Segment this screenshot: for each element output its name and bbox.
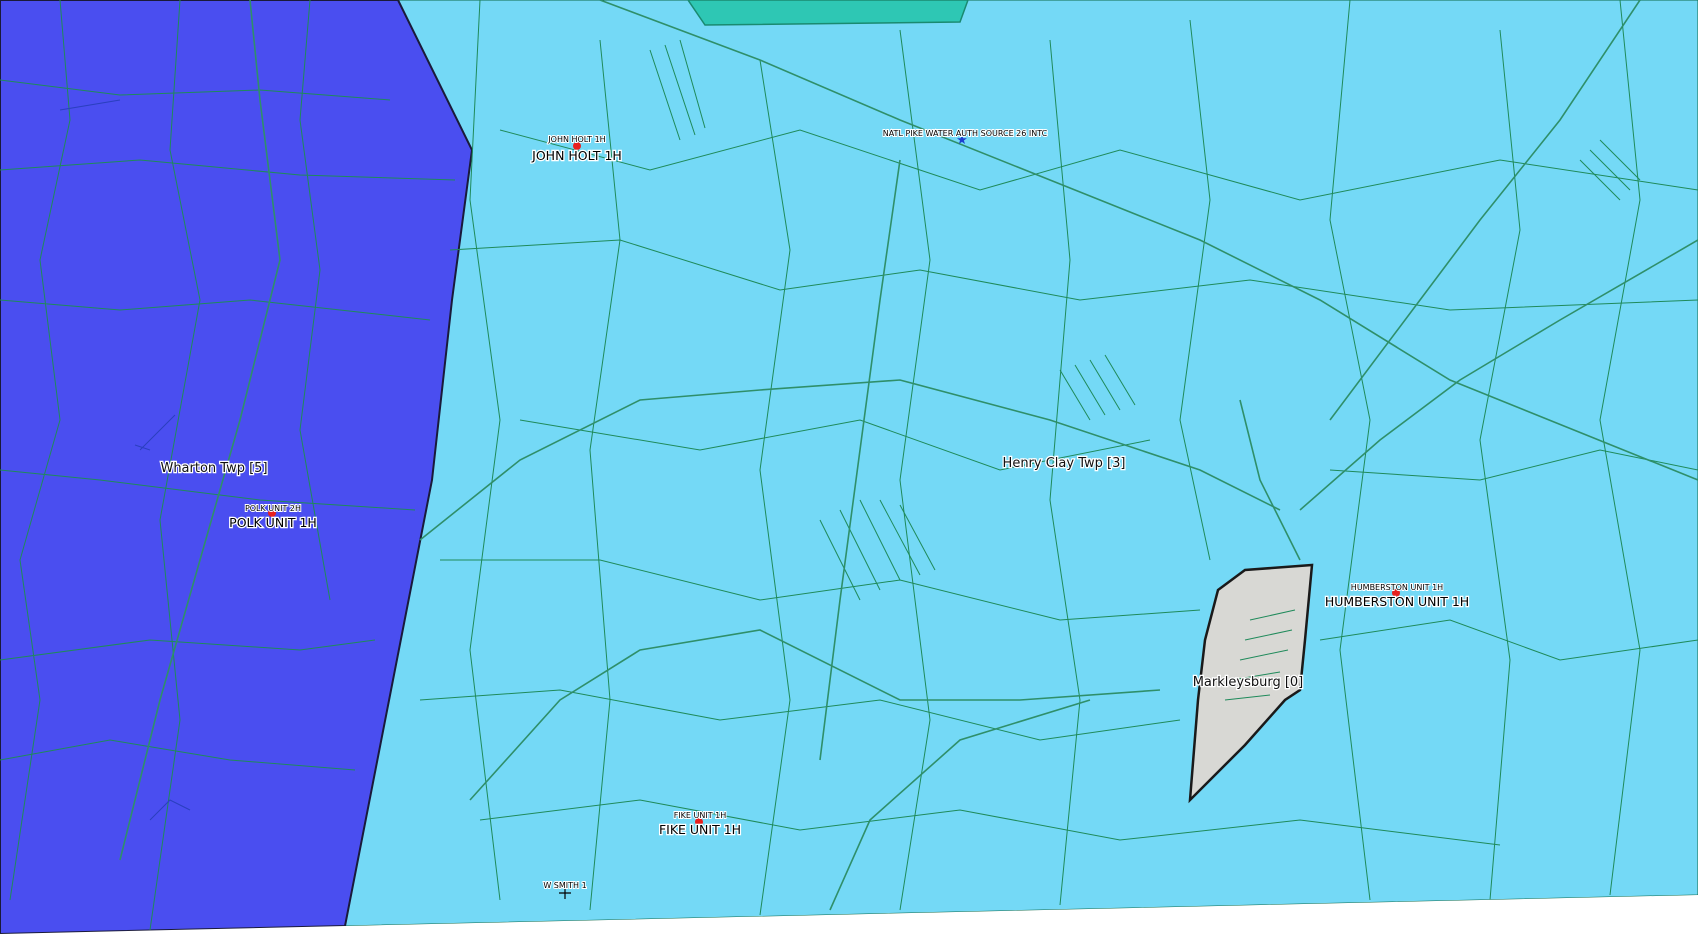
map-canvas[interactable]: Wharton Twp [5] Henry Clay Twp [3] Markl… [0, 0, 1698, 945]
markleysburg-label: Markleysburg [0] [1193, 675, 1304, 690]
well-small-label: HUMBERSTON UNIT 1H [1351, 583, 1443, 592]
well-label: FIKE UNIT 1H [659, 822, 741, 837]
north-zone-area[interactable] [687, 0, 969, 26]
henry-clay-twp-label: Henry Clay Twp [3] [1003, 456, 1126, 471]
well-label: HUMBERSTON UNIT 1H [1325, 594, 1469, 609]
water-source-label: NATL PIKE WATER AUTH SOURCE 26 INTC [883, 129, 1048, 138]
well-small-label: JOHN HOLT 1H [547, 135, 605, 144]
well-label: JOHN HOLT 1H [531, 148, 622, 163]
well-small-label: POLK UNIT 2H [245, 504, 301, 513]
well-small-label: FIKE UNIT 1H [674, 811, 727, 820]
wharton-twp-label: Wharton Twp [5] [160, 461, 267, 476]
well-small-label: W SMITH 1 [543, 881, 586, 890]
well-label: POLK UNIT 1H [229, 515, 317, 530]
